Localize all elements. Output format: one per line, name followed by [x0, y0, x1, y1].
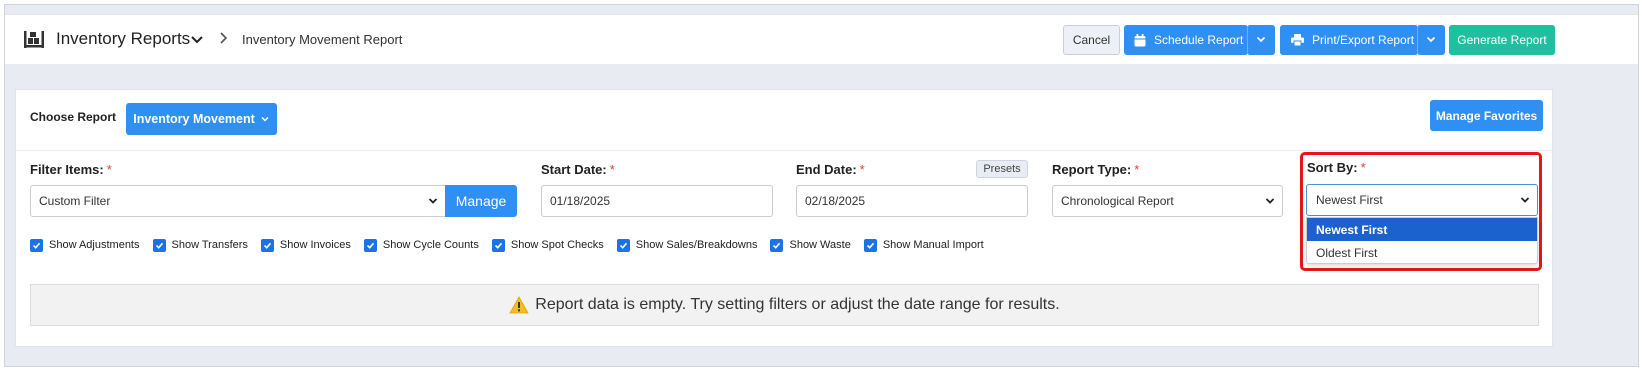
chevron-down-icon[interactable]	[189, 31, 205, 47]
checkbox-show-invoices[interactable]: Show Invoices	[260, 238, 351, 252]
checkbox-show-manual-import[interactable]: Show Manual Import	[863, 238, 984, 252]
checkmark-icon[interactable]	[152, 238, 166, 252]
choose-report-label: Choose Report	[30, 110, 117, 124]
checkmark-icon[interactable]	[30, 238, 43, 252]
checkbox-label: Show Cycle Counts	[382, 239, 479, 251]
breadcrumb-current: Inventory Movement Report	[242, 32, 403, 47]
printer-icon	[1291, 34, 1304, 46]
sort-by-select[interactable]: Newest First	[1306, 184, 1538, 216]
checkbox-row: Show Adjustments Show Transfers Show Inv…	[30, 237, 997, 253]
chevron-down-icon	[1519, 194, 1531, 206]
end-date-label: End Date: *	[796, 162, 865, 177]
presets-button[interactable]: Presets	[976, 160, 1028, 178]
start-date-label: Start Date: *	[541, 162, 615, 177]
checkbox-label: Show Transfers	[171, 239, 248, 251]
report-type-label: Report Type: *	[1052, 162, 1140, 177]
manage-favorites-button[interactable]: Manage Favorites	[1430, 100, 1543, 131]
filter-items-label: Filter Items: *	[30, 162, 112, 177]
divider	[16, 150, 1552, 151]
schedule-report-button[interactable]: Schedule Report	[1124, 25, 1248, 55]
checkmark-icon[interactable]	[616, 238, 630, 252]
schedule-report-label: Schedule Report	[1154, 33, 1244, 47]
report-type-value: Chronological Report	[1061, 194, 1174, 208]
calendar-icon	[1134, 33, 1146, 47]
checkbox-label: Show Waste	[789, 239, 851, 251]
checkbox-show-spot-checks[interactable]: Show Spot Checks	[491, 238, 604, 252]
report-type-select[interactable]: Chronological Report	[1052, 185, 1283, 217]
chevron-right-icon	[217, 30, 231, 46]
checkbox-show-waste[interactable]: Show Waste	[770, 238, 851, 252]
checkbox-label: Show Invoices	[279, 239, 351, 251]
filter-items-value: Custom Filter	[39, 194, 111, 208]
checkmark-icon[interactable]	[863, 238, 877, 252]
checkbox-show-adjustments[interactable]: Show Adjustments	[30, 238, 140, 252]
cancel-button[interactable]: Cancel	[1063, 25, 1120, 55]
report-selector-button[interactable]: Inventory Movement	[126, 103, 277, 135]
empty-state-message: Report data is empty. Try setting filter…	[30, 284, 1539, 326]
checkbox-label: Show Adjustments	[49, 239, 140, 251]
sort-by-dropdown-list: Newest First Oldest First	[1306, 217, 1538, 264]
chevron-down-icon	[427, 195, 439, 207]
sort-by-label: Sort By: *	[1307, 160, 1366, 175]
chevron-down-icon	[1264, 195, 1276, 207]
chevron-down-icon	[1255, 33, 1267, 48]
checkbox-label: Show Spot Checks	[510, 239, 604, 251]
page-title[interactable]: Inventory Reports	[56, 29, 190, 49]
sort-option-newest-first[interactable]: Newest First	[1307, 218, 1537, 241]
generate-report-button[interactable]: Generate Report	[1449, 25, 1555, 55]
sort-option-oldest-first[interactable]: Oldest First	[1307, 241, 1537, 264]
print-export-button[interactable]: Print/Export Report	[1280, 25, 1418, 55]
warning-icon	[509, 296, 529, 314]
empty-state-text: Report data is empty. Try setting filter…	[535, 296, 1060, 313]
chevron-down-icon	[260, 114, 270, 124]
end-date-input[interactable]: 02/18/2025	[796, 185, 1028, 217]
checkmark-icon[interactable]	[770, 238, 784, 252]
checkbox-show-cycle-counts[interactable]: Show Cycle Counts	[363, 238, 479, 252]
inventory-icon	[23, 29, 45, 49]
checkbox-label: Show Sales/Breakdowns	[635, 239, 758, 251]
checkbox-show-sales-breakdowns[interactable]: Show Sales/Breakdowns	[616, 238, 758, 252]
chevron-down-icon	[1425, 33, 1437, 48]
manage-filter-button[interactable]: Manage	[445, 185, 517, 217]
checkbox-show-transfers[interactable]: Show Transfers	[152, 238, 248, 252]
report-selector-label: Inventory Movement	[133, 112, 255, 126]
checkmark-icon[interactable]	[363, 238, 377, 252]
filter-items-select[interactable]: Custom Filter	[30, 185, 446, 217]
print-export-dropdown[interactable]	[1417, 25, 1445, 55]
sort-by-value: Newest First	[1316, 193, 1383, 207]
checkmark-icon[interactable]	[260, 238, 274, 252]
start-date-input[interactable]: 01/18/2025	[541, 185, 773, 217]
checkbox-label: Show Manual Import	[882, 239, 984, 251]
schedule-report-dropdown[interactable]	[1247, 25, 1275, 55]
page-header: Inventory Reports Inventory Movement Rep…	[5, 14, 1638, 64]
print-export-label: Print/Export Report	[1312, 33, 1415, 47]
checkmark-icon[interactable]	[491, 238, 505, 252]
